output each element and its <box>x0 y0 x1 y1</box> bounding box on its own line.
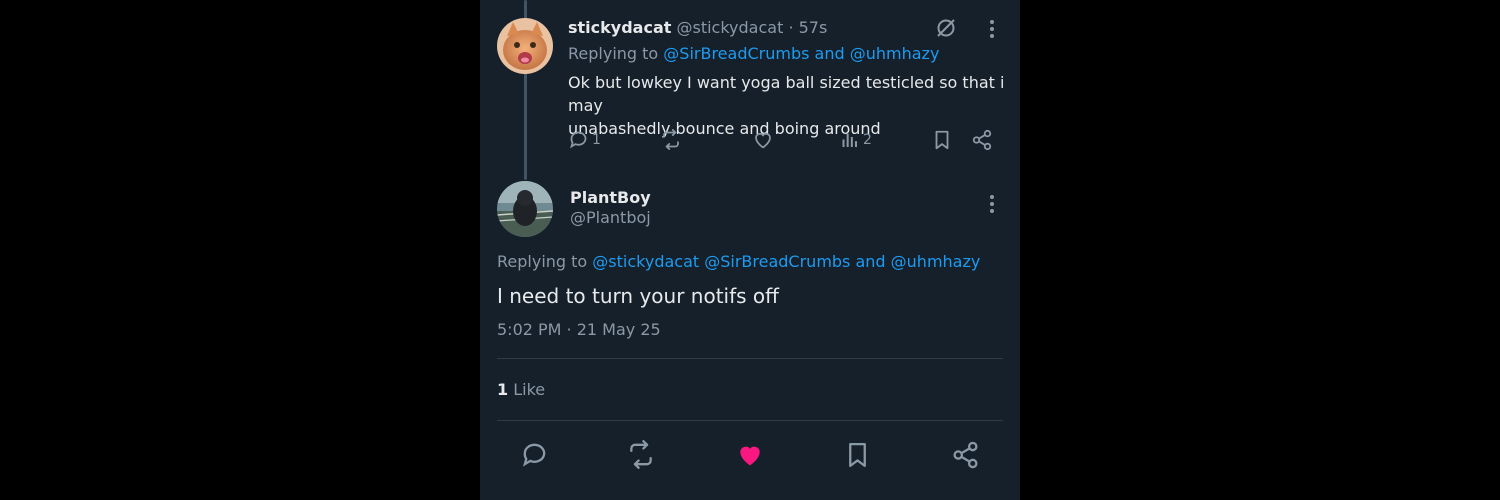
like-button[interactable] <box>735 440 765 469</box>
main-tweet-text: I need to turn your notifs off <box>497 284 779 308</box>
retweet-icon <box>663 129 679 150</box>
share-icon <box>972 129 992 151</box>
reply-count: 1 <box>592 131 601 148</box>
tweet-text-line: Ok but lowkey I want yoga ball sized tes… <box>568 73 1005 115</box>
replying-to-handles[interactable]: @stickydacat @SirBreadCrumbs and @uhmhaz… <box>592 252 980 271</box>
like-icon <box>740 446 760 466</box>
handle[interactable]: @stickydacat <box>676 18 783 37</box>
like-icon <box>755 132 771 149</box>
replying-to-prefix: Replying to <box>497 252 588 271</box>
like-button[interactable] <box>752 129 774 150</box>
grok-icon[interactable] <box>934 16 958 40</box>
bookmark-button[interactable] <box>931 129 953 151</box>
replying-to-prefix: Replying to <box>568 44 659 63</box>
reply-button[interactable]: 1 <box>568 129 601 150</box>
view-count: 2 <box>863 131 872 148</box>
display-name[interactable]: stickydacat <box>568 18 671 37</box>
replying-to-handles[interactable]: @SirBreadCrumbs and @uhmhazy <box>663 44 939 63</box>
main-display-name[interactable]: PlantBoy <box>570 188 651 207</box>
like-count: 1 <box>497 380 509 399</box>
bookmark-button[interactable] <box>843 440 872 470</box>
views-icon <box>842 133 857 147</box>
reply-tweet-header: stickydacat @stickydacat · 57s <box>568 18 827 37</box>
reply-icon <box>522 443 546 467</box>
replying-to: Replying to @SirBreadCrumbs and @uhmhazy <box>568 44 939 63</box>
divider <box>497 420 1003 421</box>
avatar-stickydacat[interactable] <box>497 18 553 74</box>
like-stats[interactable]: 1 Like <box>497 380 545 399</box>
reply-icon <box>570 131 587 149</box>
retweet-button[interactable] <box>626 440 656 469</box>
divider <box>497 358 1003 359</box>
retweet-icon <box>630 440 652 469</box>
more-icon[interactable] <box>982 193 1002 215</box>
more-icon[interactable] <box>982 18 1002 40</box>
share-icon <box>953 441 978 469</box>
main-replying-to: Replying to @stickydacat @SirBreadCrumbs… <box>497 252 980 271</box>
reply-button[interactable] <box>520 440 549 469</box>
time-ago[interactable]: · 57s <box>788 18 827 37</box>
bookmark-icon <box>849 442 866 468</box>
retweet-button[interactable] <box>660 129 682 150</box>
avatar-plantboy[interactable] <box>497 181 553 237</box>
views-button[interactable]: 2 <box>840 129 872 150</box>
cat-avatar-image <box>497 18 553 74</box>
tweet-timestamp[interactable]: 5:02 PM · 21 May 25 <box>497 320 661 339</box>
like-label: Like <box>513 380 546 399</box>
main-handle[interactable]: @Plantboj <box>570 208 651 227</box>
share-button[interactable] <box>951 440 980 470</box>
plantboy-avatar-image <box>497 181 553 237</box>
share-button[interactable] <box>971 129 993 151</box>
display-name[interactable]: PlantBoy <box>570 188 651 207</box>
bookmark-icon <box>935 130 949 150</box>
